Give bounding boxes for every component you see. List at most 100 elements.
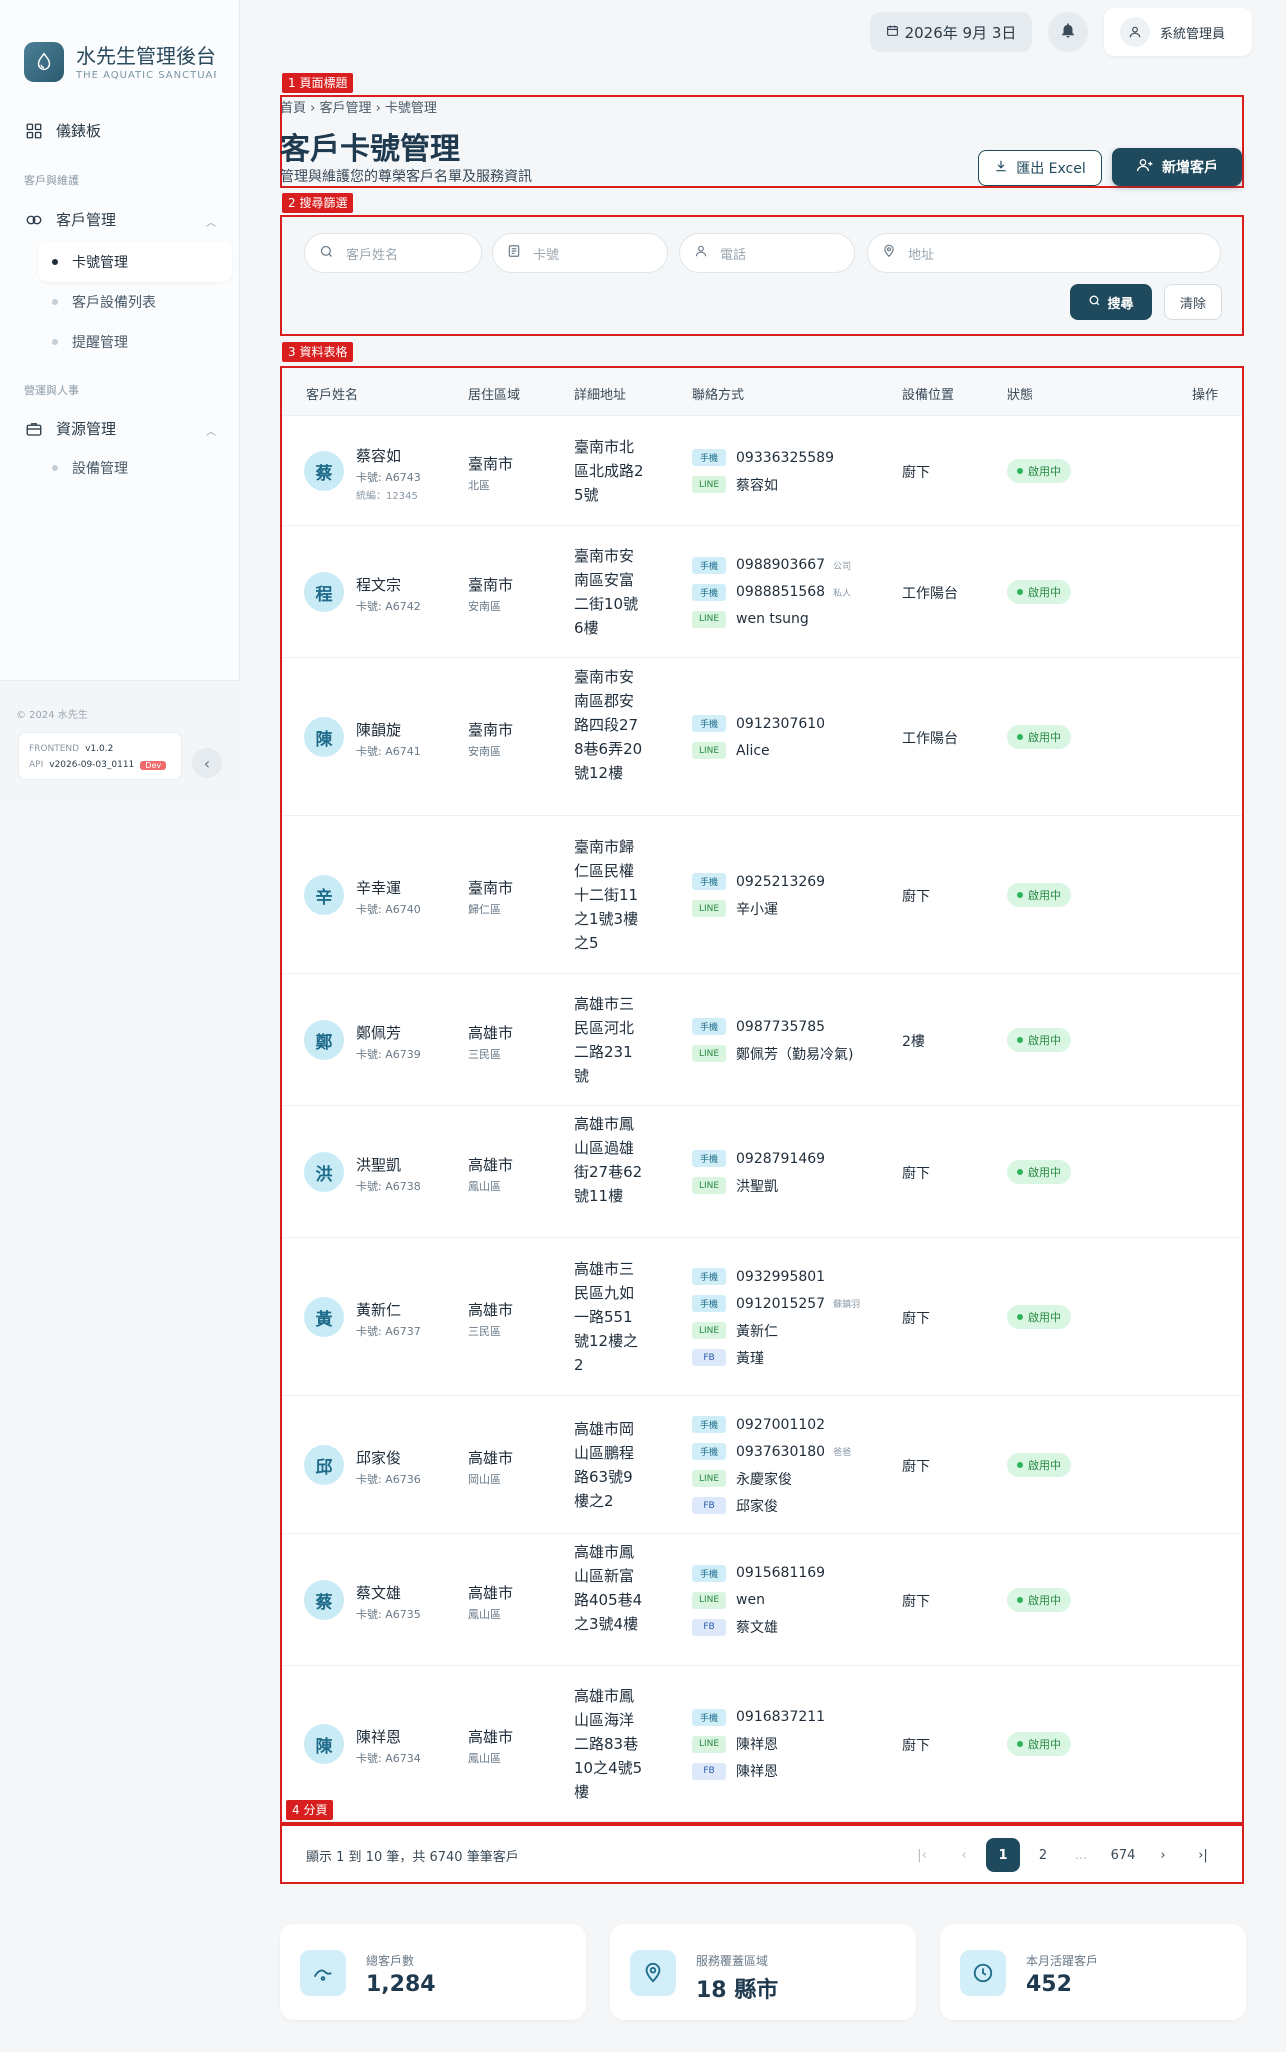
calendar-icon bbox=[886, 23, 899, 41]
bullet-icon bbox=[52, 339, 58, 345]
annotation-label-3: 3 資料表格 bbox=[282, 342, 354, 362]
user-name: 系統管理員 bbox=[1160, 26, 1226, 42]
page-subtitle: 管理與維護您的尊榮客戶名單及服務資訊 bbox=[280, 169, 532, 185]
search-button[interactable]: 搜尋 bbox=[1070, 284, 1152, 320]
chevrons-right-icon: ›| bbox=[1198, 1847, 1208, 1863]
annotation-box-table bbox=[280, 366, 1244, 1824]
sidebar: 水先生管理後台 THE AQUATIC SANCTUARY 儀錶板 客戶與維護 … bbox=[0, 0, 240, 800]
stat-card-coverage: 服務覆蓋區域 18 縣市 bbox=[610, 1924, 916, 2020]
date-display[interactable]: 2026年 9月 3日 bbox=[870, 12, 1032, 52]
user-icon bbox=[1120, 17, 1150, 47]
sidebar-item-label: 客戶設備列表 bbox=[72, 295, 156, 311]
search-label: 搜尋 bbox=[1107, 296, 1134, 312]
sidebar-item-device-mgmt[interactable]: 設備管理 bbox=[38, 448, 232, 488]
sidebar-item-label: 卡號管理 bbox=[72, 255, 128, 271]
nav-customer-mgmt[interactable]: 客戶管理 bbox=[24, 209, 116, 230]
bullet-icon bbox=[52, 299, 58, 305]
prev-page-button[interactable]: ‹ bbox=[947, 1838, 981, 1872]
customer-name-input[interactable]: 客戶姓名 bbox=[304, 233, 482, 273]
chevron-up-icon[interactable]: ︿ bbox=[206, 423, 216, 438]
card-number-placeholder: 卡號 bbox=[533, 247, 560, 263]
next-page-button[interactable]: › bbox=[1146, 1838, 1180, 1872]
annotation-label-4: 4 分頁 bbox=[286, 1800, 334, 1820]
phone-placeholder: 電話 bbox=[720, 247, 747, 263]
stat-value: 18 縣市 bbox=[696, 1978, 779, 2003]
nav-dashboard[interactable]: 儀錶板 bbox=[24, 120, 101, 141]
notification-button[interactable] bbox=[1048, 12, 1088, 52]
map-pin-icon bbox=[630, 1950, 676, 1996]
brand-subtitle: THE AQUATIC SANCTUARY bbox=[76, 70, 216, 81]
stat-label: 本月活躍客戶 bbox=[1026, 1954, 1099, 1968]
download-icon bbox=[994, 159, 1008, 177]
phone-input[interactable]: 電話 bbox=[679, 233, 855, 273]
frontend-label: FRONTEND bbox=[29, 744, 80, 754]
bell-icon bbox=[1059, 21, 1077, 43]
api-label: API bbox=[29, 760, 44, 770]
annotation-label-2: 2 搜尋篩選 bbox=[282, 193, 354, 213]
briefcase-icon bbox=[24, 419, 44, 439]
chevron-left-icon: ‹ bbox=[961, 1847, 967, 1863]
collapse-sidebar-button[interactable]: ‹ bbox=[192, 748, 222, 778]
search-icon bbox=[1088, 294, 1101, 311]
user-menu[interactable]: 系統管理員 bbox=[1104, 8, 1252, 56]
pagination-info: 顯示 1 到 10 筆，共 6740 筆筆客戶 bbox=[306, 1850, 519, 1865]
add-customer-button[interactable]: 新增客戶 bbox=[1112, 148, 1242, 186]
search-icon bbox=[319, 244, 334, 263]
stat-label: 總客戶數 bbox=[366, 1954, 415, 1968]
address-input[interactable]: 地址 bbox=[867, 233, 1221, 273]
sidebar-item-device-list[interactable]: 客戶設備列表 bbox=[38, 282, 232, 322]
wave-icon bbox=[300, 1950, 346, 1996]
breadcrumb: 首頁 › 客戶管理 › 卡號管理 bbox=[280, 101, 437, 116]
add-label: 新增客戶 bbox=[1162, 160, 1218, 176]
chevrons-left-icon: |‹ bbox=[917, 1847, 927, 1863]
nav-dashboard-label: 儀錶板 bbox=[56, 122, 102, 140]
customer-name-placeholder: 客戶姓名 bbox=[346, 247, 399, 263]
page-title: 客戶卡號管理 bbox=[280, 132, 460, 167]
map-pin-icon bbox=[882, 244, 896, 262]
date-text: 2026年 9月 3日 bbox=[904, 23, 1017, 42]
chevron-right-icon: › bbox=[1160, 1847, 1166, 1863]
nav-resource-mgmt-label: 資源管理 bbox=[56, 420, 117, 438]
last-page-button[interactable]: ›| bbox=[1186, 1838, 1220, 1872]
stat-label: 服務覆蓋區域 bbox=[696, 1954, 769, 1968]
clock-icon bbox=[960, 1950, 1006, 1996]
sidebar-item-card-mgmt[interactable]: 卡號管理 bbox=[38, 242, 232, 282]
sidebar-item-reminders[interactable]: 提醒管理 bbox=[38, 322, 232, 362]
nav-section-ops: 營運與人事 bbox=[24, 384, 79, 397]
card-number-input[interactable]: 卡號 bbox=[492, 233, 668, 273]
stat-card-total-customers: 總客戶數 1,284 bbox=[280, 1924, 586, 2020]
page-button-2[interactable]: 2 bbox=[1026, 1838, 1060, 1872]
grid-icon bbox=[24, 121, 44, 141]
nav-section-customer: 客戶與維護 bbox=[24, 174, 79, 187]
nav-resource-mgmt[interactable]: 資源管理 bbox=[24, 418, 116, 439]
brand-title: 水先生管理後台 bbox=[76, 44, 216, 68]
stat-card-active: 本月活躍客戶 452 bbox=[940, 1924, 1246, 2020]
stat-value: 452 bbox=[1026, 1972, 1072, 1997]
first-page-button[interactable]: |‹ bbox=[905, 1838, 939, 1872]
card-icon bbox=[507, 244, 521, 262]
version-box: FRONTEND v1.0.2 API v2026-09-03_0111 Dev bbox=[18, 732, 182, 780]
brand-logo[interactable] bbox=[24, 42, 64, 82]
export-label: 匯出 Excel bbox=[1016, 161, 1086, 177]
person-icon bbox=[694, 244, 708, 262]
bullet-icon bbox=[52, 465, 58, 471]
stat-value: 1,284 bbox=[366, 1972, 436, 1997]
frontend-version: v1.0.2 bbox=[85, 744, 114, 754]
nav-customer-mgmt-label: 客戶管理 bbox=[56, 211, 117, 229]
copyright: © 2024 水先生 bbox=[16, 710, 88, 721]
clear-button[interactable]: 清除 bbox=[1164, 284, 1222, 320]
page-button-1[interactable]: 1 bbox=[986, 1838, 1020, 1872]
user-plus-icon bbox=[1136, 157, 1154, 177]
page-button-last[interactable]: 674 bbox=[1106, 1838, 1140, 1872]
sidebar-item-label: 提醒管理 bbox=[72, 335, 128, 351]
page-ellipsis: ... bbox=[1074, 1847, 1088, 1863]
chevron-up-icon[interactable]: ︿ bbox=[206, 214, 216, 229]
address-placeholder: 地址 bbox=[908, 247, 935, 263]
chevron-left-icon: ‹ bbox=[203, 753, 211, 773]
rings-icon bbox=[24, 210, 44, 230]
export-excel-button[interactable]: 匯出 Excel bbox=[978, 150, 1102, 186]
annotation-label-1: 1 頁面標題 bbox=[282, 73, 354, 93]
api-version: v2026-09-03_0111 bbox=[49, 760, 135, 770]
sidebar-item-label: 設備管理 bbox=[72, 461, 128, 477]
bullet-icon bbox=[52, 259, 58, 265]
